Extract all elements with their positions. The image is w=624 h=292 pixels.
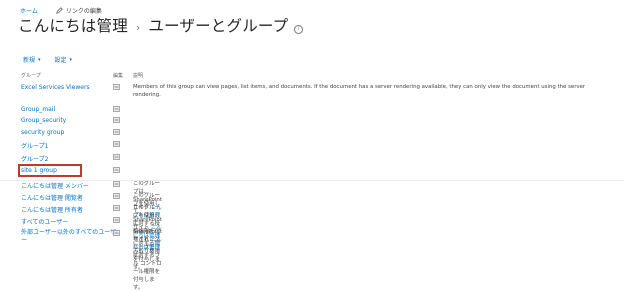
- group-name-line: ー: [21, 237, 28, 244]
- chevron-down-icon: ▾: [38, 56, 41, 63]
- edit-group-icon[interactable]: [113, 205, 121, 212]
- group-link[interactable]: Excel Services Viewers: [21, 84, 90, 91]
- column-header-description: 説明: [133, 73, 144, 79]
- settings-menu[interactable]: 設定 ▾: [54, 55, 73, 65]
- edit-group-icon[interactable]: [113, 117, 121, 124]
- edit-group-icon[interactable]: [113, 230, 121, 237]
- group-link[interactable]: こんにちは管理 閲覧者: [21, 193, 83, 202]
- new-menu[interactable]: 新規 ▾: [23, 55, 41, 65]
- chevron-down-icon: ▾: [69, 56, 73, 63]
- title-separator: ›: [135, 21, 141, 34]
- selection-highlight-box: [18, 164, 82, 177]
- site-title[interactable]: こんにちは管理: [18, 14, 128, 36]
- column-header-group: グループ: [21, 73, 41, 79]
- group-link[interactable]: こんにちは管理 所有者: [21, 205, 83, 214]
- edit-group-icon[interactable]: [113, 141, 121, 148]
- group-link[interactable]: security group: [21, 129, 64, 136]
- settings-menu-label: 設定: [54, 57, 67, 64]
- column-header-edit: 編集: [113, 73, 124, 79]
- new-menu-label: 新規: [23, 57, 36, 64]
- edit-group-icon[interactable]: [113, 129, 121, 136]
- group-description: このグループを使用して、SharePoint サイト こんにちは管理 に対するフ…: [133, 204, 162, 292]
- row-divider: [0, 180, 624, 181]
- group-link[interactable]: こんにちは管理 メンバー: [21, 181, 89, 190]
- group-name-line: 外部ユーザー以外のすべてのユーザ: [21, 229, 117, 236]
- group-link[interactable]: 外部ユーザー以外のすべてのユーザ ー: [21, 229, 116, 245]
- edit-group-icon[interactable]: [113, 154, 121, 161]
- edit-group-icon[interactable]: [113, 217, 121, 224]
- group-link[interactable]: グループ1: [21, 141, 48, 150]
- page-title: こんにちは管理 › ユーザーとグループ i: [18, 14, 304, 36]
- info-icon[interactable]: i: [294, 25, 304, 34]
- edit-group-icon[interactable]: [113, 193, 121, 200]
- group-link[interactable]: すべてのユーザー: [21, 217, 68, 226]
- edit-group-icon[interactable]: [113, 167, 121, 174]
- edit-group-icon[interactable]: [113, 106, 121, 113]
- description-text: に対するフル コントロール権限を付与します。: [133, 253, 162, 291]
- edit-group-icon[interactable]: [113, 181, 121, 188]
- group-link[interactable]: Group_mail: [21, 106, 55, 113]
- description-line: Members of this group can view pages, li…: [133, 84, 586, 90]
- pencil-icon: [55, 7, 63, 14]
- page-heading: ユーザーとグループ: [148, 17, 289, 35]
- group-link[interactable]: グループ2: [21, 154, 48, 163]
- description-line: rendering.: [133, 92, 161, 98]
- group-link[interactable]: Group_security: [21, 117, 66, 124]
- group-description: Members of this group can view pages, li…: [133, 83, 613, 99]
- toolbar: 新規 ▾ 設定 ▾: [23, 55, 73, 65]
- edit-group-icon[interactable]: [113, 84, 121, 91]
